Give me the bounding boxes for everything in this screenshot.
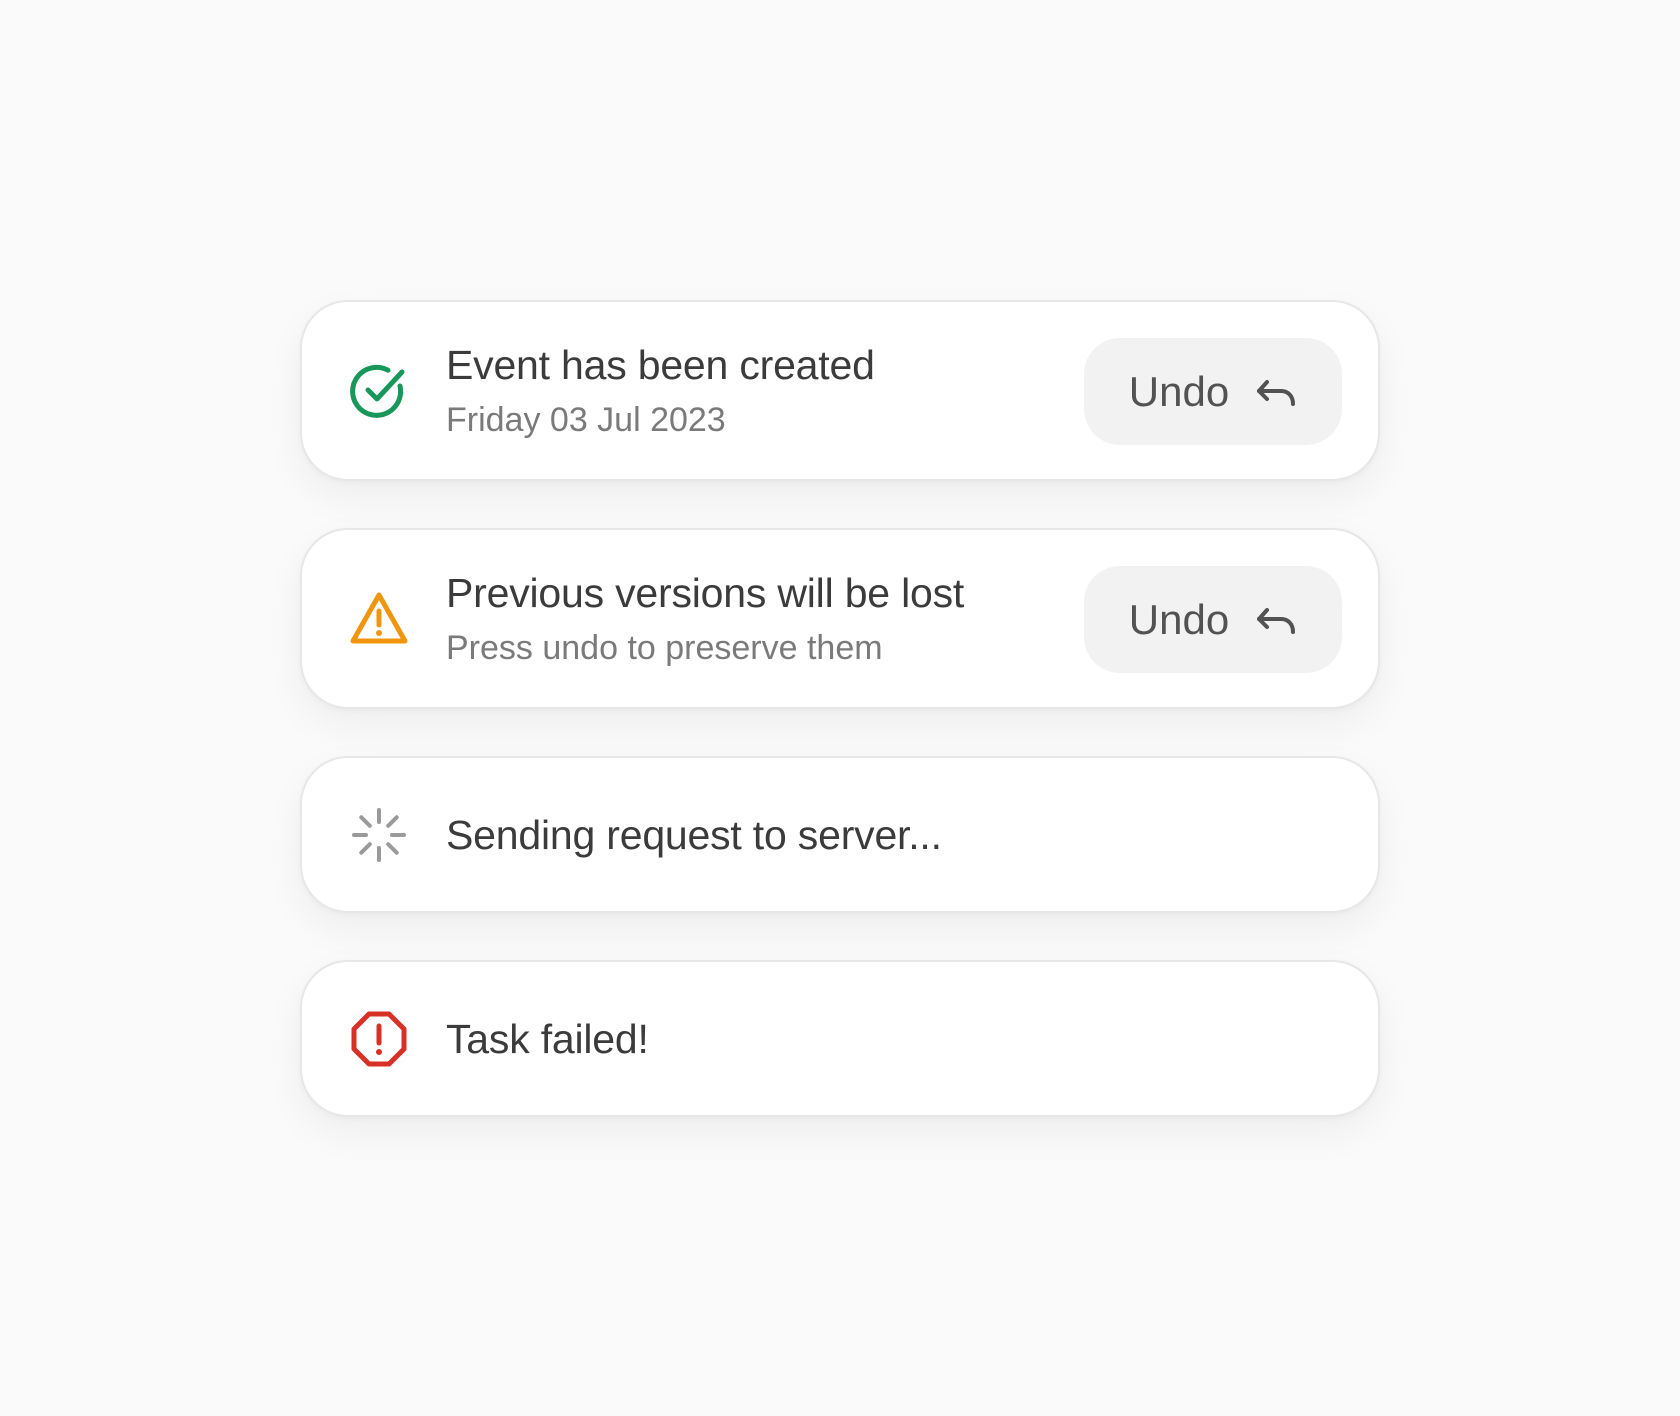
undo-arrow-icon <box>1255 605 1297 635</box>
spinner-icon <box>350 806 408 864</box>
toast-text: Sending request to server... <box>446 811 942 859</box>
undo-button[interactable]: Undo <box>1084 338 1342 445</box>
toast-success: Event has been created Friday 03 Jul 202… <box>300 300 1380 481</box>
toast-title: Task failed! <box>446 1015 649 1062</box>
toast-title: Previous versions will be lost <box>446 569 965 616</box>
toast-loading: Sending request to server... <box>300 756 1380 913</box>
toast-title: Sending request to server... <box>446 811 942 858</box>
toast-subtitle: Friday 03 Jul 2023 <box>446 400 726 439</box>
toast-title: Event has been created <box>446 341 875 388</box>
toast-text: Previous versions will be lost Press und… <box>446 569 964 669</box>
toast-text: Event has been created Friday 03 Jul 202… <box>446 341 875 441</box>
toast-stack: Event has been created Friday 03 Jul 202… <box>300 300 1380 1164</box>
undo-button-label: Undo <box>1128 595 1230 643</box>
toast-subtitle: Press undo to preserve them <box>446 628 883 667</box>
toast-text: Task failed! <box>446 1015 649 1063</box>
check-circle-icon <box>350 362 408 420</box>
error-octagon-icon <box>350 1010 408 1068</box>
undo-button-label: Undo <box>1128 367 1230 415</box>
toast-error: Task failed! <box>300 960 1380 1117</box>
undo-button[interactable]: Undo <box>1084 566 1342 673</box>
toast-warning: Previous versions will be lost Press und… <box>300 528 1380 709</box>
undo-arrow-icon <box>1255 377 1297 407</box>
warning-triangle-icon <box>350 590 408 648</box>
